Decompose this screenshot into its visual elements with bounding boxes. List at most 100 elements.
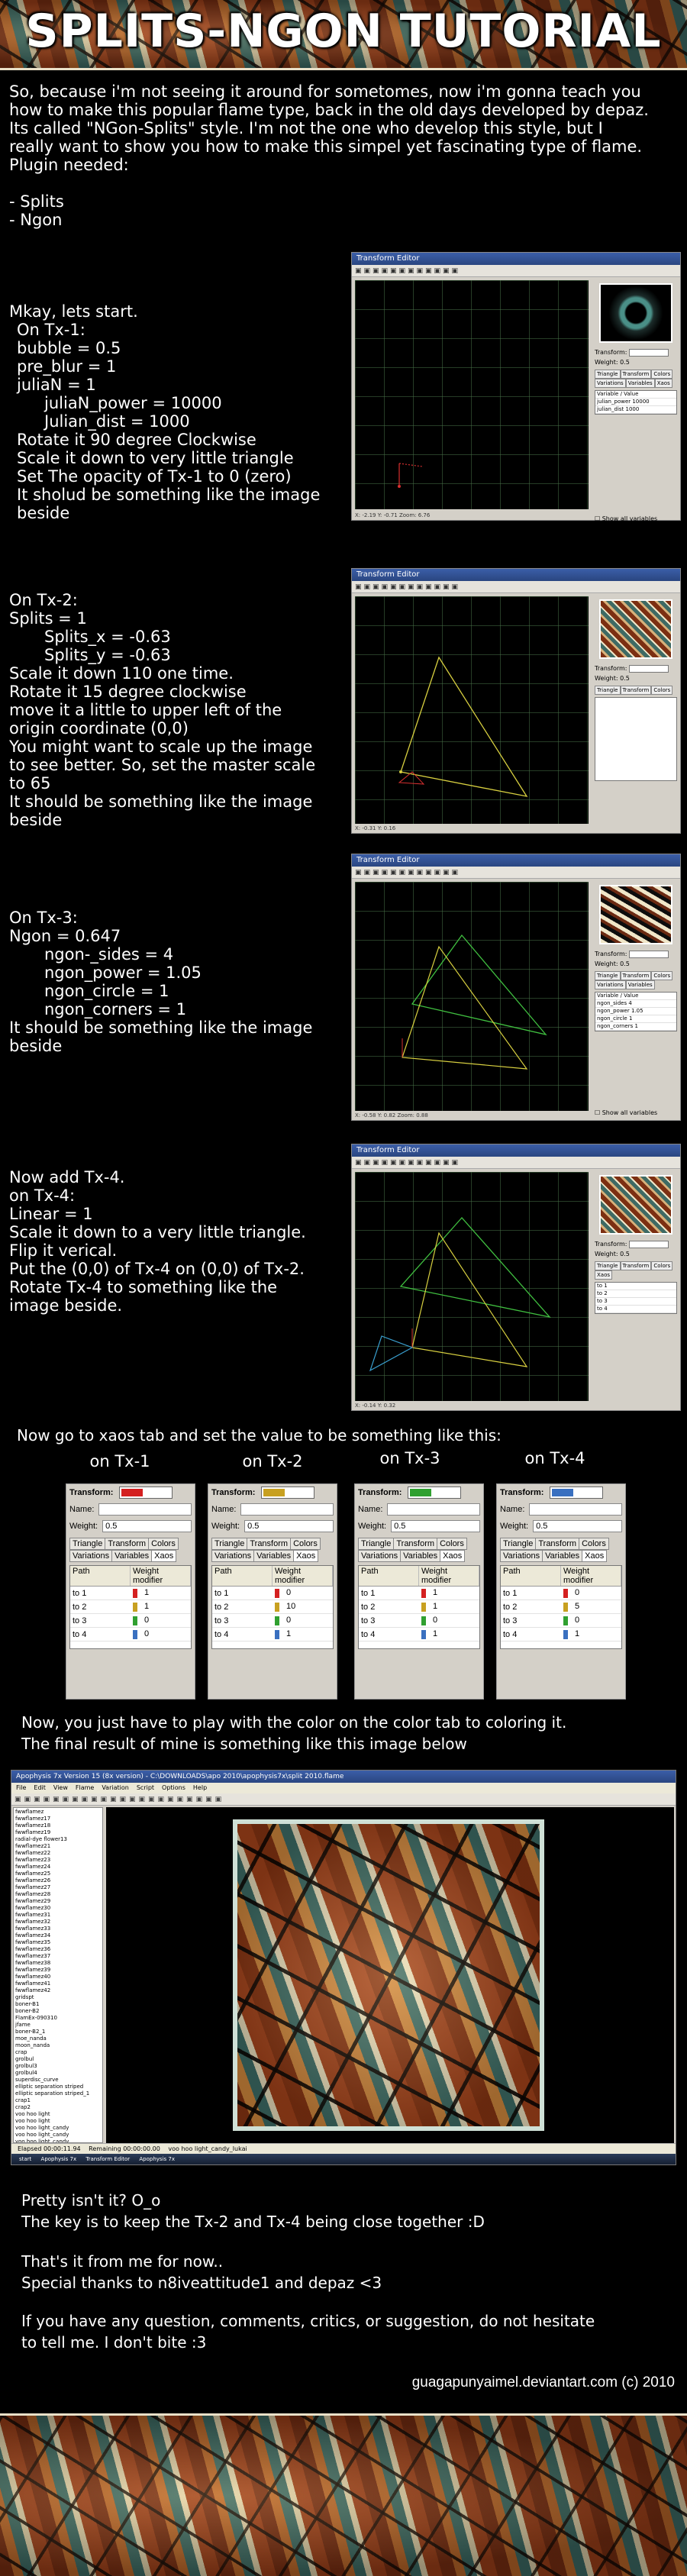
flame-list-item[interactable]: fwwflamez37: [15, 1953, 101, 1960]
flame-list-item[interactable]: voo hoo light: [15, 2118, 101, 2125]
flame-list-item[interactable]: fwwflamez28: [15, 1891, 101, 1898]
xaos-weight[interactable]: 10: [273, 1602, 333, 1612]
transform-select[interactable]: [261, 1487, 315, 1499]
xaos-row[interactable]: to 4 0: [70, 1628, 191, 1641]
flame-list-item[interactable]: fwwflamez25: [15, 1871, 101, 1877]
xaos-row[interactable]: to 1 1: [359, 1587, 479, 1600]
tab-colors[interactable]: Colors: [651, 1261, 673, 1270]
taskbar-item[interactable]: Transform Editor: [85, 2156, 130, 2162]
xaos-row[interactable]: to 4 1: [359, 1628, 479, 1641]
tab-transform[interactable]: Transform: [105, 1538, 150, 1550]
flame-list-item[interactable]: fwwflamez23: [15, 1857, 101, 1864]
flame-list-item[interactable]: fwwflamez21: [15, 1843, 101, 1850]
tab-transform[interactable]: Transform: [535, 1538, 580, 1550]
xaos-weight[interactable]: 0: [131, 1616, 191, 1625]
flame-list-item[interactable]: fwwflamez17: [15, 1816, 101, 1822]
tab-transform[interactable]: Transform: [620, 971, 652, 980]
xaos-weight[interactable]: 0: [419, 1616, 479, 1625]
name-field[interactable]: [387, 1503, 480, 1516]
variable-row[interactable]: ngon_sides 4: [595, 1000, 676, 1008]
variable-row[interactable]: julian_dist 1000: [595, 406, 676, 414]
tab-xaos[interactable]: Xaos: [151, 1550, 177, 1562]
flame-list-item[interactable]: fwwflamez32: [15, 1919, 101, 1926]
menu-flame[interactable]: Flame: [76, 1784, 94, 1791]
tab-colors[interactable]: Colors: [579, 1538, 609, 1550]
variable-row[interactable]: julian_power 10000: [595, 399, 676, 406]
xaos-row[interactable]: to 2 10: [212, 1600, 333, 1614]
tab-variations[interactable]: Variations: [595, 980, 626, 989]
flame-list-item[interactable]: boner-B2_1: [15, 2029, 101, 2035]
flame-list-item[interactable]: fwwflamez41: [15, 1980, 101, 1987]
xaos-row[interactable]: to 1 1: [70, 1587, 191, 1600]
flame-list-item[interactable]: moe_nanda: [15, 2035, 101, 2042]
tab-xaos[interactable]: Xaos: [293, 1550, 319, 1562]
xaos-row[interactable]: to 3: [595, 1298, 676, 1306]
flame-list-item[interactable]: fwwflamez18: [15, 1822, 101, 1829]
menu-options[interactable]: Options: [162, 1784, 185, 1791]
menu-edit[interactable]: Edit: [34, 1784, 46, 1791]
flame-list-item[interactable]: fwwflamez33: [15, 1926, 101, 1932]
tab-variables[interactable]: Variables: [625, 379, 655, 388]
tab-colors[interactable]: Colors: [651, 971, 673, 980]
xaos-weight[interactable]: 1: [273, 1629, 333, 1639]
flame-list-item[interactable]: fwwflamez27: [15, 1884, 101, 1891]
xaos-row[interactable]: to 2 1: [359, 1600, 479, 1614]
xaos-weight[interactable]: 0: [131, 1629, 191, 1639]
flame-list-item[interactable]: elliptic separation striped_1: [15, 2090, 101, 2097]
weight-field[interactable]: 0.5: [102, 1520, 192, 1532]
weight-field[interactable]: 0.5: [391, 1520, 480, 1532]
weight-value[interactable]: 0.5: [620, 675, 630, 682]
menu-view[interactable]: View: [53, 1784, 68, 1791]
xaos-row[interactable]: to 3 0: [70, 1614, 191, 1628]
flame-list-item[interactable]: grolbul: [15, 2056, 101, 2063]
tab-colors[interactable]: Colors: [290, 1538, 321, 1550]
flame-list-item[interactable]: FlamEx-090310: [15, 2015, 101, 2022]
transform-select[interactable]: [629, 950, 669, 958]
xaos-row[interactable]: to 3 0: [212, 1614, 333, 1628]
flame-list-item[interactable]: elliptic separation striped: [15, 2084, 101, 2090]
xaos-row[interactable]: to 1 0: [501, 1587, 621, 1600]
flame-list-item[interactable]: fwwflamez19: [15, 1829, 101, 1836]
xaos-weight[interactable]: 1: [419, 1629, 479, 1639]
xaos-row[interactable]: to 2 1: [70, 1600, 191, 1614]
transform-select[interactable]: [408, 1487, 462, 1499]
tab-xaos[interactable]: Xaos: [654, 379, 672, 388]
xaos-grid[interactable]: Path Weight modifier to 1 1 to 2 1 to 3 0 to 4 1: [358, 1565, 480, 1649]
flame-list-item[interactable]: radial-dye flower13: [15, 1836, 101, 1843]
xaos-row[interactable]: to 1: [595, 1283, 676, 1290]
coefficients-table[interactable]: [595, 697, 677, 781]
flame-list-item[interactable]: fwwflamez22: [15, 1850, 101, 1857]
xaos-row[interactable]: to 2: [595, 1290, 676, 1298]
tab-variables[interactable]: Variables: [400, 1550, 441, 1562]
xaos-weight[interactable]: 1: [561, 1629, 621, 1639]
variables-table[interactable]: Variable / Value ngon_sides 4 ngon_power…: [595, 992, 677, 1031]
flame-list-item[interactable]: voo hoo light_candy: [15, 2125, 101, 2132]
flame-list-item[interactable]: fwwflamez29: [15, 1898, 101, 1905]
tab-triangle[interactable]: Triangle: [358, 1538, 395, 1550]
xaos-weight[interactable]: 1: [131, 1588, 191, 1598]
tab-triangle[interactable]: Triangle: [595, 971, 621, 980]
tab-variations[interactable]: Variations: [358, 1550, 402, 1562]
xaos-grid[interactable]: Path Weight modifier to 1 1 to 2 1 to 3 0 to 4 0: [69, 1565, 192, 1649]
xaos-grid[interactable]: Path Weight modifier to 1 0 to 2 10 to 3 0 to 4 1: [211, 1565, 334, 1649]
xaos-weight[interactable]: 5: [561, 1602, 621, 1612]
flame-list-item[interactable]: fwwflamez36: [15, 1946, 101, 1953]
tab-variables[interactable]: Variables: [542, 1550, 583, 1562]
tab-colors[interactable]: Colors: [437, 1538, 467, 1550]
weight-value[interactable]: 0.5: [620, 1251, 630, 1257]
show-all-checkbox[interactable]: ☐ Show all variables: [593, 514, 679, 524]
tab-transform[interactable]: Transform: [393, 1538, 438, 1550]
flame-list-item[interactable]: fwwflamez34: [15, 1932, 101, 1939]
tab-variables[interactable]: Variables: [111, 1550, 153, 1562]
tab-triangle[interactable]: Triangle: [500, 1538, 537, 1550]
flame-list-item[interactable]: fwwflamez26: [15, 1877, 101, 1884]
weight-field[interactable]: 0.5: [244, 1520, 334, 1532]
tab-xaos[interactable]: Xaos: [595, 1270, 613, 1280]
xaos-weight[interactable]: 0: [561, 1616, 621, 1625]
start-button[interactable]: start: [19, 2156, 31, 2162]
transform-select[interactable]: [119, 1487, 173, 1499]
flame-list-item[interactable]: fwwflamez40: [15, 1974, 101, 1980]
weight-field[interactable]: 0.5: [533, 1520, 622, 1532]
flame-list-item[interactable]: superdisc_curve: [15, 2077, 101, 2084]
menu-help[interactable]: Help: [193, 1784, 207, 1791]
